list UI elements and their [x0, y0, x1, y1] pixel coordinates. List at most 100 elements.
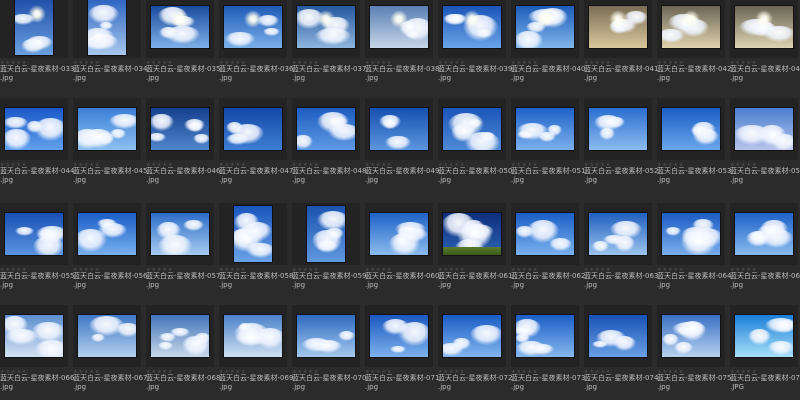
sky-photo-thumbnail[interactable]	[589, 213, 647, 255]
thumbnail-item[interactable]: ★★★★★ 蓝天白云-星夜素材-050 .jpg	[438, 98, 512, 198]
thumbnail-item[interactable]: ★★★★★ 蓝天白云-星夜素材-075 .jpg	[657, 305, 731, 400]
sky-photo-thumbnail[interactable]	[78, 108, 136, 150]
thumbnail-frame[interactable]	[219, 98, 287, 160]
thumbnail-frame[interactable]	[657, 98, 725, 160]
thumbnail-item[interactable]: ★★★★★ 蓝天白云-星夜素材-072 .jpg	[438, 305, 512, 400]
thumbnail-item[interactable]: ★★★★★ 蓝天白云-星夜素材-059 .jpg	[292, 203, 366, 303]
thumbnail-item[interactable]: ★★★★★ 蓝天白云-星夜素材-069 .jpg	[219, 305, 293, 400]
sky-photo-thumbnail[interactable]	[662, 315, 720, 357]
sky-photo-thumbnail[interactable]	[443, 6, 501, 48]
sky-photo-thumbnail[interactable]	[516, 6, 574, 48]
sky-photo-thumbnail[interactable]	[78, 315, 136, 357]
sky-photo-thumbnail[interactable]	[78, 213, 136, 255]
sky-photo-thumbnail[interactable]	[516, 315, 574, 357]
thumbnail-item[interactable]: ★★★★★ 蓝天白云-星夜素材-058 .jpg	[219, 203, 293, 303]
thumbnail-item[interactable]: ★★★★★ 蓝天白云-星夜素材-056 .jpg	[73, 203, 147, 303]
thumbnail-item[interactable]: ★★★★★ 蓝天白云-星夜素材-076 .JPG	[730, 305, 800, 400]
thumbnail-item[interactable]: ★★★★★ 蓝天白云-星夜素材-034 .jpg	[73, 0, 147, 96]
thumbnail-frame[interactable]	[146, 98, 214, 160]
thumbnail-item[interactable]: ★★★★★ 蓝天白云-星夜素材-073 .jpg	[511, 305, 585, 400]
sky-photo-thumbnail[interactable]	[234, 206, 272, 262]
thumbnail-frame[interactable]	[365, 203, 433, 265]
thumbnail-frame[interactable]	[584, 203, 652, 265]
thumbnail-item[interactable]: ★★★★★ 蓝天白云-星夜素材-045 .jpg	[73, 98, 147, 198]
thumbnail-frame[interactable]	[292, 0, 360, 58]
sky-photo-thumbnail[interactable]	[589, 108, 647, 150]
thumbnail-frame[interactable]	[146, 203, 214, 265]
thumbnail-item[interactable]: ★★★★★ 蓝天白云-星夜素材-035 .jpg	[146, 0, 220, 96]
sky-photo-thumbnail[interactable]	[151, 108, 209, 150]
sky-photo-thumbnail[interactable]	[735, 213, 793, 255]
sky-photo-thumbnail[interactable]	[370, 6, 428, 48]
thumbnail-item[interactable]: ★★★★★ 蓝天白云-星夜素材-033 .jpg	[0, 0, 74, 96]
thumbnail-frame[interactable]	[292, 203, 360, 265]
thumbnail-frame[interactable]	[657, 305, 725, 367]
sky-photo-thumbnail[interactable]	[443, 108, 501, 150]
sky-photo-thumbnail[interactable]	[443, 315, 501, 357]
thumbnail-frame[interactable]	[730, 0, 798, 58]
thumbnail-frame[interactable]	[438, 203, 506, 265]
thumbnail-frame[interactable]	[511, 305, 579, 367]
thumbnail-frame[interactable]	[584, 0, 652, 58]
thumbnail-item[interactable]: ★★★★★ 蓝天白云-星夜素材-064 .jpg	[657, 203, 731, 303]
thumbnail-frame[interactable]	[584, 98, 652, 160]
thumbnail-frame[interactable]	[365, 98, 433, 160]
thumbnail-frame[interactable]	[146, 0, 214, 58]
thumbnail-frame[interactable]	[438, 0, 506, 58]
thumbnail-frame[interactable]	[292, 305, 360, 367]
thumbnail-item[interactable]: ★★★★★ 蓝天白云-星夜素材-052 .jpg	[584, 98, 658, 198]
thumbnail-item[interactable]: ★★★★★ 蓝天白云-星夜素材-036 .jpg	[219, 0, 293, 96]
thumbnail-frame[interactable]	[219, 0, 287, 58]
thumbnail-item[interactable]: ★★★★★ 蓝天白云-星夜素材-070 .jpg	[292, 305, 366, 400]
sky-photo-thumbnail[interactable]	[516, 213, 574, 255]
thumbnail-frame[interactable]	[511, 0, 579, 58]
thumbnail-item[interactable]: ★★★★★ 蓝天白云-星夜素材-068 .jpg	[146, 305, 220, 400]
thumbnail-item[interactable]: ★★★★★ 蓝天白云-星夜素材-065 .jpg	[730, 203, 800, 303]
sky-photo-thumbnail[interactable]	[370, 315, 428, 357]
thumbnail-item[interactable]: ★★★★★ 蓝天白云-星夜素材-051 .jpg	[511, 98, 585, 198]
thumbnail-frame[interactable]	[730, 203, 798, 265]
thumbnail-frame[interactable]	[73, 98, 141, 160]
sky-photo-thumbnail[interactable]	[5, 108, 63, 150]
thumbnail-item[interactable]: ★★★★★ 蓝天白云-星夜素材-067 .jpg	[73, 305, 147, 400]
thumbnail-item[interactable]: ★★★★★ 蓝天白云-星夜素材-063 .jpg	[584, 203, 658, 303]
sky-photo-thumbnail[interactable]	[224, 315, 282, 357]
thumbnail-item[interactable]: ★★★★★ 蓝天白云-星夜素材-046 .jpg	[146, 98, 220, 198]
thumbnail-frame[interactable]	[511, 203, 579, 265]
sky-photo-thumbnail[interactable]	[589, 315, 647, 357]
sky-photo-thumbnail[interactable]	[662, 6, 720, 48]
thumbnail-item[interactable]: ★★★★★ 蓝天白云-星夜素材-042 .jpg	[657, 0, 731, 96]
thumbnail-item[interactable]: ★★★★★ 蓝天白云-星夜素材-062 .jpg	[511, 203, 585, 303]
sky-photo-thumbnail[interactable]	[735, 108, 793, 150]
thumbnail-item[interactable]: ★★★★★ 蓝天白云-星夜素材-071 .jpg	[365, 305, 439, 400]
sky-photo-thumbnail[interactable]	[589, 6, 647, 48]
thumbnail-frame[interactable]	[730, 98, 798, 160]
thumbnail-frame[interactable]	[365, 305, 433, 367]
thumbnail-frame[interactable]	[438, 305, 506, 367]
thumbnail-frame[interactable]	[0, 305, 68, 367]
sky-photo-thumbnail[interactable]	[297, 108, 355, 150]
thumbnail-frame[interactable]	[365, 0, 433, 58]
sky-photo-thumbnail[interactable]	[224, 108, 282, 150]
sky-photo-thumbnail[interactable]	[151, 6, 209, 48]
thumbnail-frame[interactable]	[73, 305, 141, 367]
thumbnail-item[interactable]: ★★★★★ 蓝天白云-星夜素材-049 .jpg	[365, 98, 439, 198]
thumbnail-item[interactable]: ★★★★★ 蓝天白云-星夜素材-060 .jpg	[365, 203, 439, 303]
sky-photo-thumbnail[interactable]	[516, 108, 574, 150]
sky-photo-thumbnail[interactable]	[662, 213, 720, 255]
thumbnail-frame[interactable]	[73, 203, 141, 265]
thumbnail-item[interactable]: ★★★★★ 蓝天白云-星夜素材-038 .jpg	[365, 0, 439, 96]
thumbnail-item[interactable]: ★★★★★ 蓝天白云-星夜素材-053 .jpg	[657, 98, 731, 198]
thumbnail-frame[interactable]	[730, 305, 798, 367]
thumbnail-item[interactable]: ★★★★★ 蓝天白云-星夜素材-057 .jpg	[146, 203, 220, 303]
thumbnail-item[interactable]: ★★★★★ 蓝天白云-星夜素材-048 .jpg	[292, 98, 366, 198]
thumbnail-frame[interactable]	[292, 98, 360, 160]
thumbnail-item[interactable]: ★★★★★ 蓝天白云-星夜素材-043 .jpg	[730, 0, 800, 96]
thumbnail-frame[interactable]	[73, 0, 141, 58]
thumbnail-item[interactable]: ★★★★★ 蓝天白云-星夜素材-055 .jpg	[0, 203, 74, 303]
sky-photo-thumbnail[interactable]	[370, 108, 428, 150]
thumbnail-item[interactable]: ★★★★★ 蓝天白云-星夜素材-041 .jpg	[584, 0, 658, 96]
thumbnail-frame[interactable]	[511, 98, 579, 160]
thumbnail-item[interactable]: ★★★★★ 蓝天白云-星夜素材-047 .jpg	[219, 98, 293, 198]
thumbnail-item[interactable]: ★★★★★ 蓝天白云-星夜素材-037 .jpg	[292, 0, 366, 96]
